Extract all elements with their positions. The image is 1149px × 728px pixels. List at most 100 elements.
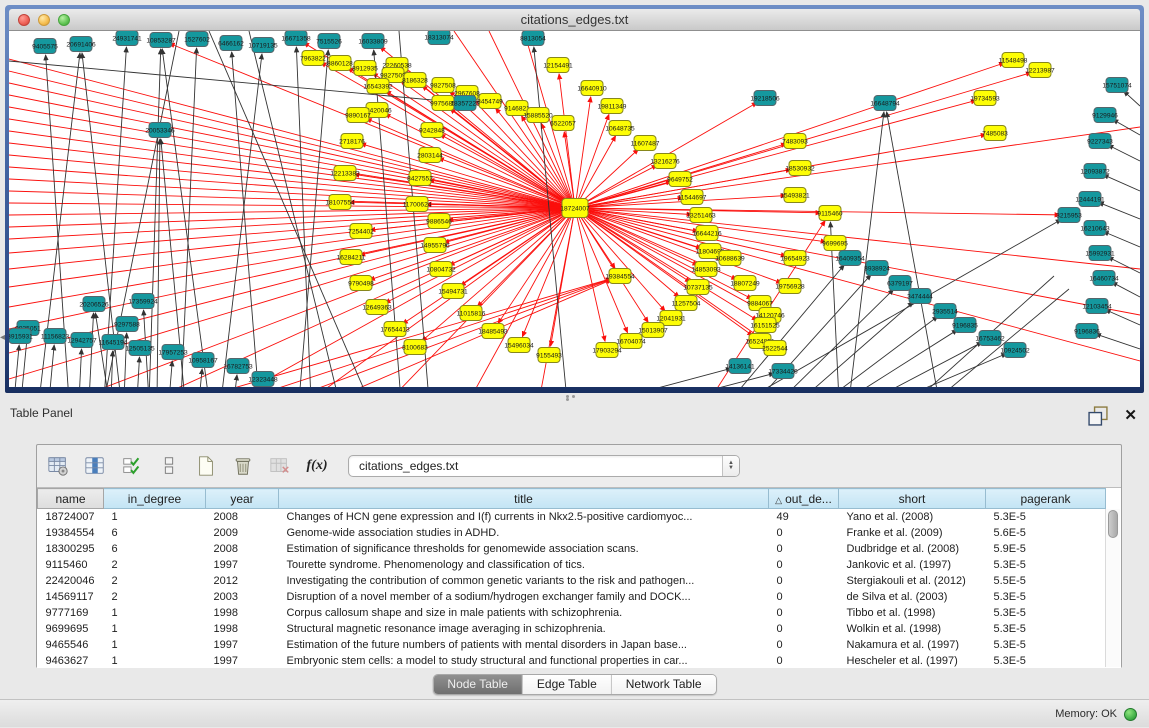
- graph-node[interactable]: 15496034: [504, 338, 534, 353]
- graph-node[interactable]: 12213383: [330, 166, 360, 181]
- graph-node[interactable]: 3215953: [1056, 208, 1082, 223]
- graph-node[interactable]: 18357223: [450, 96, 480, 111]
- graph-node[interactable]: 16409354: [835, 251, 865, 266]
- graph-node[interactable]: 8860128: [327, 56, 353, 71]
- graph-node[interactable]: 9196835: [952, 318, 978, 333]
- graph-node[interactable]: 16151525: [750, 318, 780, 333]
- float-panel-icon[interactable]: [1086, 404, 1110, 428]
- graph-node[interactable]: 16640910: [577, 81, 607, 96]
- graph-node[interactable]: 19756928: [775, 279, 805, 294]
- network-svg[interactable]: 1872400779638228860128891293522260538982…: [9, 31, 1140, 387]
- graph-node[interactable]: 16644216: [692, 226, 722, 241]
- scrollbar-thumb[interactable]: [1108, 510, 1118, 538]
- graph-node[interactable]: 18107554: [325, 195, 355, 210]
- table-row[interactable]: 1872400712008Changes of HCN gene express…: [38, 509, 1106, 525]
- graph-node[interactable]: 16648794: [870, 96, 900, 111]
- column-display-icon[interactable]: [83, 454, 107, 478]
- graph-node[interactable]: 12103454: [1082, 299, 1112, 314]
- graph-node[interactable]: 12093872: [1080, 164, 1110, 179]
- select-attributes-icon[interactable]: [120, 454, 144, 478]
- table-row[interactable]: 969969511998Structural magnetic resonanc…: [38, 621, 1106, 637]
- graph-node[interactable]: 17359924: [128, 294, 158, 309]
- graph-node[interactable]: 9196836: [1074, 324, 1100, 339]
- graph-node[interactable]: 6379197: [887, 276, 913, 291]
- graph-node[interactable]: 10924502: [1000, 343, 1030, 358]
- graph-node[interactable]: 15494731: [438, 284, 468, 299]
- graph-node[interactable]: 11015816: [457, 306, 486, 321]
- graph-node[interactable]: 9827508: [430, 78, 456, 93]
- table-row[interactable]: 1830029562008Estimation of significance …: [38, 541, 1106, 557]
- graph-node[interactable]: 11700624: [403, 197, 432, 212]
- tab-edge-table[interactable]: Edge Table: [522, 675, 611, 694]
- graph-node[interactable]: 16543392: [363, 79, 393, 94]
- graph-node[interactable]: 3915931: [9, 329, 33, 344]
- graph-node[interactable]: 10853287: [146, 33, 176, 48]
- create-column-icon[interactable]: [194, 454, 218, 478]
- table-row[interactable]: 1456911722003Disruption of a novel membe…: [38, 589, 1106, 605]
- graph-node[interactable]: 12942757: [67, 333, 97, 348]
- graph-node[interactable]: 12649363: [362, 300, 392, 315]
- table-settings-icon[interactable]: [46, 454, 70, 478]
- table-row[interactable]: 977716911998Corpus callosum shape and si…: [38, 605, 1106, 621]
- graph-node[interactable]: 18724007: [560, 199, 590, 218]
- table-select-dropdown[interactable]: citations_edges.txt ▲▼: [348, 455, 740, 477]
- graph-node[interactable]: 19218506: [750, 91, 780, 106]
- graph-node[interactable]: 13216276: [650, 154, 680, 169]
- graph-node[interactable]: 18313074: [424, 31, 454, 45]
- graph-node[interactable]: 11607487: [631, 136, 660, 151]
- graph-node[interactable]: 7485083: [982, 126, 1008, 141]
- graph-node[interactable]: 18530932: [785, 161, 815, 176]
- graph-node[interactable]: 12213987: [1025, 63, 1055, 78]
- graph-node[interactable]: 1527602: [184, 32, 210, 47]
- graph-node[interactable]: 11645194: [99, 335, 128, 350]
- graph-node[interactable]: 17334426: [768, 364, 798, 379]
- graph-node[interactable]: 12505135: [125, 341, 155, 356]
- graph-node[interactable]: 19654923: [780, 251, 810, 266]
- graph-node[interactable]: 16033809: [358, 34, 388, 49]
- graph-node[interactable]: 15885520: [523, 108, 553, 123]
- graph-node[interactable]: 3474444: [907, 289, 933, 304]
- graph-node[interactable]: 10958167: [188, 353, 218, 368]
- graph-node[interactable]: 20053346: [145, 123, 175, 138]
- graph-node[interactable]: 8813054: [520, 31, 546, 46]
- table-row[interactable]: 1938455462009Genome-wide association stu…: [38, 525, 1106, 541]
- delete-table-icon[interactable]: [268, 454, 292, 478]
- graph-node[interactable]: 9699695: [822, 236, 848, 251]
- graph-node[interactable]: 16782753: [223, 359, 253, 374]
- column-header-pagerank[interactable]: pagerank: [986, 489, 1106, 509]
- column-header-year[interactable]: year: [206, 489, 279, 509]
- collapse-panel-icon[interactable]: ◂: [0, 332, 5, 343]
- column-header-in_degree[interactable]: in_degree: [104, 489, 206, 509]
- window-titlebar[interactable]: citations_edges.txt: [9, 9, 1140, 31]
- graph-node[interactable]: 19734593: [970, 91, 1000, 106]
- graph-node[interactable]: 9227343: [1087, 134, 1113, 149]
- graph-node[interactable]: 14955796: [420, 238, 450, 253]
- graph-node[interactable]: 18485493: [478, 324, 508, 339]
- graph-node[interactable]: 10719135: [248, 38, 278, 53]
- graph-node[interactable]: 20206526: [79, 297, 109, 312]
- graph-node[interactable]: 10737135: [683, 280, 713, 295]
- column-header-short[interactable]: short: [839, 489, 986, 509]
- close-panel-icon[interactable]: ✕: [1124, 408, 1137, 424]
- graph-node[interactable]: 11257504: [672, 296, 701, 311]
- graph-node[interactable]: 9115460: [817, 206, 843, 221]
- column-header-name[interactable]: name: [38, 489, 104, 509]
- graph-node[interactable]: 2803144: [417, 148, 443, 163]
- graph-node[interactable]: 16704074: [616, 334, 646, 349]
- graph-node[interactable]: 17957253: [158, 345, 188, 360]
- graph-node[interactable]: 7963822: [300, 51, 326, 66]
- graph-node[interactable]: 20691406: [66, 37, 96, 52]
- graph-node[interactable]: 9790498: [348, 276, 374, 291]
- graph-node[interactable]: 24931741: [112, 31, 142, 46]
- graph-node[interactable]: 15493821: [780, 188, 810, 203]
- graph-node[interactable]: 17903294: [592, 343, 622, 358]
- graph-node[interactable]: 9886546: [426, 214, 452, 229]
- graph-node[interactable]: 7483093: [782, 134, 808, 149]
- graph-node[interactable]: 16753462: [975, 331, 1005, 346]
- graph-node[interactable]: 17654413: [380, 322, 410, 337]
- splitter-grip[interactable]: [566, 395, 582, 399]
- graph-node[interactable]: 15751074: [1102, 78, 1132, 93]
- graph-node[interactable]: 9129946: [1092, 108, 1118, 123]
- table-row[interactable]: 946362711997Embryonic stem cells: a mode…: [38, 653, 1106, 669]
- graph-node[interactable]: 2718176: [339, 134, 365, 149]
